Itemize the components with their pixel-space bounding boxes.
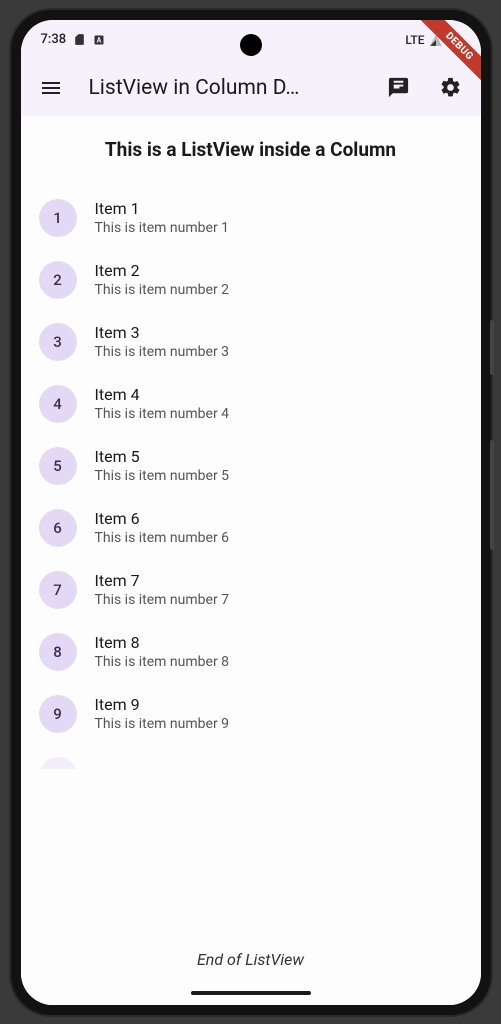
item-avatar: 7: [39, 571, 77, 609]
list-item[interactable]: 4 Item 4 This is item number 4: [21, 373, 481, 435]
item-avatar: 8: [39, 633, 77, 671]
item-text: Item 7 This is item number 7: [95, 571, 230, 608]
item-subtitle: This is item number 8: [95, 654, 230, 670]
item-text: Item 3 This is item number 3: [95, 323, 230, 360]
comment-button[interactable]: [379, 68, 419, 108]
list-item[interactable]: 8 Item 8 This is item number 8: [21, 621, 481, 683]
item-title: Item 9: [95, 695, 230, 714]
item-title: Item 2: [95, 261, 230, 280]
item-subtitle: This is item number 5: [95, 468, 230, 484]
item-text: Item 5 This is item number 5: [95, 447, 230, 484]
item-text: Item 4 This is item number 4: [95, 385, 230, 422]
item-avatar: 9: [39, 695, 77, 733]
power-button[interactable]: [490, 320, 494, 375]
phone-frame: DEBUG 7:38 A LTE: [11, 10, 491, 1015]
item-subtitle: This is item number 2: [95, 282, 230, 298]
item-title: Item 8: [95, 633, 230, 652]
item-subtitle: This is item number 3: [95, 344, 230, 360]
navigation-bar: [21, 981, 481, 1005]
item-title: Item 5: [95, 447, 230, 466]
item-avatar: 4: [39, 385, 77, 423]
volume-button[interactable]: [490, 440, 494, 550]
item-title: Item 6: [95, 509, 230, 528]
list-item-partial[interactable]: [21, 745, 481, 769]
list-view[interactable]: 1 Item 1 This is item number 1 2 Item 2 …: [21, 179, 481, 938]
item-text: Item 1 This is item number 1: [95, 199, 230, 236]
menu-button[interactable]: [31, 68, 71, 108]
item-avatar: 5: [39, 447, 77, 485]
screen: DEBUG 7:38 A LTE: [21, 20, 481, 1005]
app-bar: ListView in Column D…: [21, 60, 481, 116]
item-title: Item 3: [95, 323, 230, 342]
item-subtitle: This is item number 7: [95, 592, 230, 608]
app-bar-title: ListView in Column D…: [83, 76, 367, 100]
list-item[interactable]: 9 Item 9 This is item number 9: [21, 683, 481, 745]
item-avatar: 1: [39, 199, 77, 237]
item-avatar: 3: [39, 323, 77, 361]
network-type-label: LTE: [405, 33, 424, 47]
item-subtitle: This is item number 9: [95, 716, 230, 732]
item-text: Item 8 This is item number 8: [95, 633, 230, 670]
item-avatar: 6: [39, 509, 77, 547]
list-item[interactable]: 3 Item 3 This is item number 3: [21, 311, 481, 373]
item-avatar: [39, 757, 77, 769]
item-title: Item 7: [95, 571, 230, 590]
item-title: Item 4: [95, 385, 230, 404]
item-text: Item 6 This is item number 6: [95, 509, 230, 546]
item-text: Item 9 This is item number 9: [95, 695, 230, 732]
sd-card-icon: [72, 33, 86, 47]
list-item[interactable]: 7 Item 7 This is item number 7: [21, 559, 481, 621]
item-title: Item 1: [95, 199, 230, 218]
item-subtitle: This is item number 1: [95, 220, 230, 236]
status-time: 7:38: [41, 32, 67, 47]
status-left: 7:38 A: [41, 32, 107, 47]
settings-button[interactable]: [431, 68, 471, 108]
item-subtitle: This is item number 4: [95, 406, 230, 422]
list-item[interactable]: 2 Item 2 This is item number 2: [21, 249, 481, 311]
item-avatar: 2: [39, 261, 77, 299]
list-item[interactable]: 5 Item 5 This is item number 5: [21, 435, 481, 497]
list-item[interactable]: 6 Item 6 This is item number 6: [21, 497, 481, 559]
nav-handle[interactable]: [191, 991, 311, 995]
item-text: Item 2 This is item number 2: [95, 261, 230, 298]
item-subtitle: This is item number 6: [95, 530, 230, 546]
app-indicator-icon: A: [92, 33, 106, 47]
list-footer: End of ListView: [21, 938, 481, 981]
svg-text:A: A: [97, 36, 102, 44]
content-area: This is a ListView inside a Column 1 Ite…: [21, 116, 481, 1005]
page-heading: This is a ListView inside a Column: [21, 116, 481, 179]
camera-notch: [240, 34, 262, 56]
list-item[interactable]: 1 Item 1 This is item number 1: [21, 187, 481, 249]
